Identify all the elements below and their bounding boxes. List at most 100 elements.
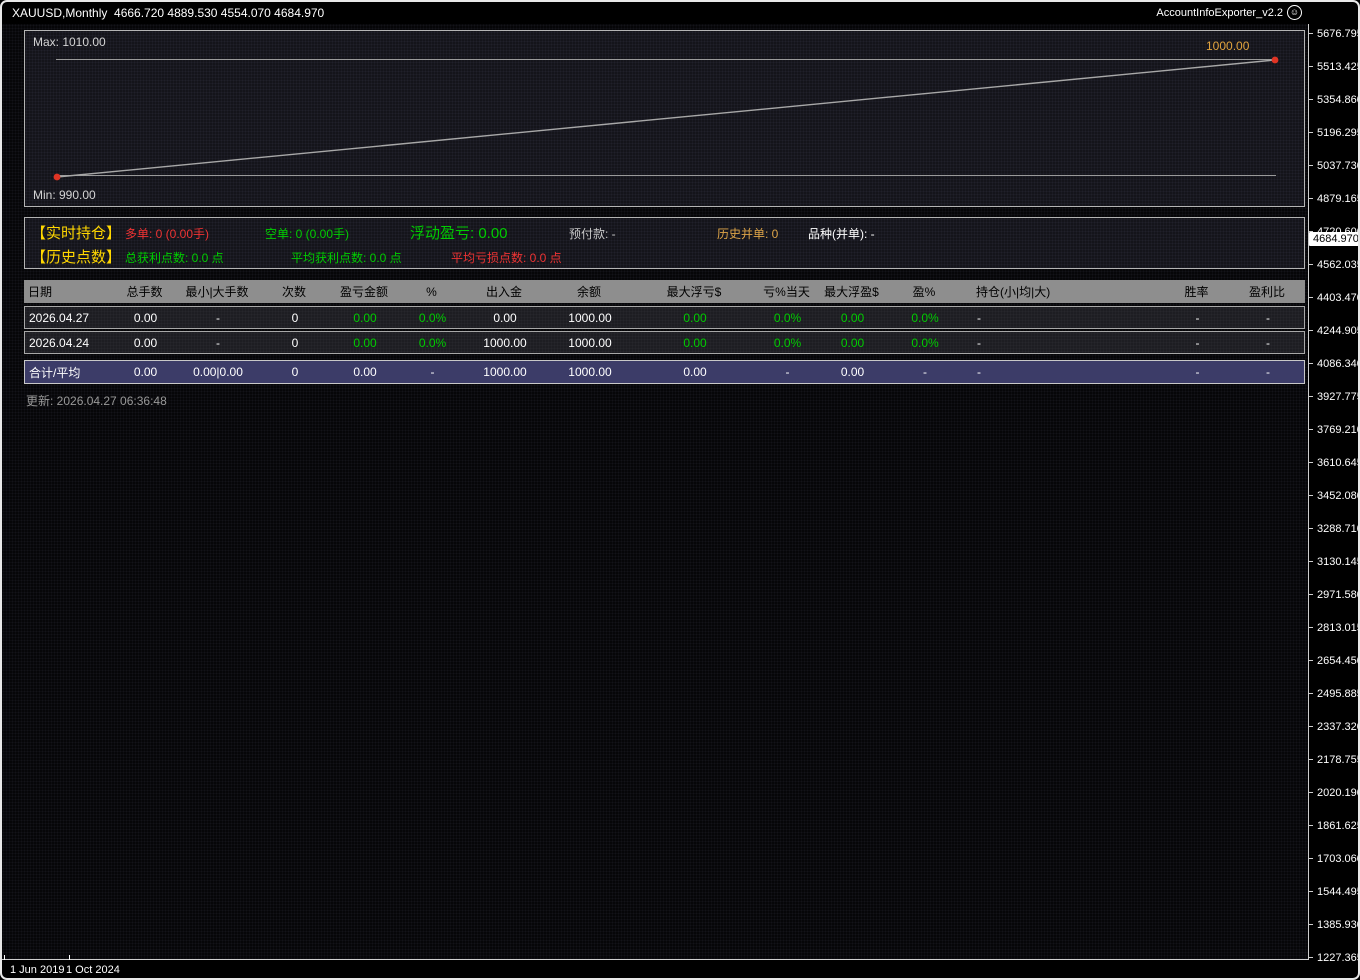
equity-start-dot [54,174,61,181]
table-cell: - [965,336,1165,350]
update-timestamp: 更新: 2026.04.27 06:36:48 [26,392,167,409]
table-row: 2026.04.270.00-00.000.0%0.001000.000.000… [24,306,1305,329]
equity-line [57,60,1275,177]
table-cell: 0.00 [115,311,176,325]
table-cell: 持仓(小|均|大) [964,283,1164,300]
table-cell: 0 [260,311,330,325]
price-axis-label: 1385.930 [1309,918,1360,931]
table-cell: 1000.00 [545,365,635,379]
price-axis-label: 2654.450 [1309,654,1360,667]
table-cell: 次数 [259,283,329,300]
table-cell: - [1230,311,1306,325]
table-cell: 1000.00 [465,336,545,350]
table-cell: 日期 [24,283,114,300]
table-cell: - [1165,365,1230,379]
table-cell: 最大浮盈$ [819,283,884,300]
price-axis-label: 4879.165 [1309,192,1360,205]
axis-tick [1309,396,1313,397]
short-orders-text: 空单: 0 (0.00手) [265,225,349,242]
table-cell: 0 [260,365,330,379]
table-cell: 最小|大手数 [175,283,259,300]
price-axis-label: 2020.190 [1309,786,1360,799]
table-cell: 0.0% [400,311,465,325]
axis-tick [1309,132,1313,133]
avg-loss-points-text: 平均亏损点数: 0.0 点 [451,249,562,266]
axis-tick [1309,165,1313,166]
price-axis-label: 3130.145 [1309,555,1360,568]
table-cell: - [1165,311,1230,325]
price-axis-label: 5676.795 [1309,27,1360,40]
current-price-tag: 4684.970 [1309,232,1360,246]
table-cell: - [176,311,260,325]
table-cell: 0.00 [635,311,755,325]
history-merged-text: 历史并单: 0 [717,225,778,242]
table-cell: - [885,365,965,379]
time-axis-label: 1 Jun 2019 [10,964,64,976]
equity-end-dot [1272,57,1279,64]
price-axis-label: 5513.425 [1309,60,1360,73]
table-cell: 0.00 [635,336,755,350]
price-axis-label: 3288.710 [1309,522,1360,535]
table-cell: 0.00 [820,365,885,379]
smiley-icon: ☺ [1287,5,1302,20]
time-tick [69,955,70,960]
margin-text: 预付款: - [569,225,616,242]
table-cell: 0.00 [330,336,400,350]
table-cell: 盈利比 [1229,283,1305,300]
price-axis-label: 4086.340 [1309,357,1360,370]
price-axis-label: 2971.580 [1309,588,1360,601]
axis-tick [1309,297,1313,298]
axis-tick [1309,66,1313,67]
table-cell: - [400,365,465,379]
table-cell: - [1165,336,1230,350]
table-cell: 0 [260,336,330,350]
axis-tick [1309,825,1313,826]
axis-tick [1309,594,1313,595]
table-cell: - [755,365,820,379]
table-cell: 0.00|0.00 [176,365,260,379]
axis-tick [1309,924,1313,925]
table-cell: - [965,311,1165,325]
price-axis-label: 2337.320 [1309,720,1360,733]
table-cell: 1000.00 [465,365,545,379]
equity-curve-panel: Max: 1010.00 Min: 990.00 1000.00 [24,30,1305,207]
table-cell: 2026.04.24 [25,336,115,350]
table-cell: 合计/平均 [25,364,115,381]
price-axis-label: 3610.645 [1309,456,1360,469]
table-cell: - [1230,336,1306,350]
axis-tick [1309,462,1313,463]
table-cell: 1000.00 [545,336,635,350]
axis-tick [1309,858,1313,859]
table-cell: % [399,285,464,299]
price-axis[interactable]: 5676.7955513.4255354.8605196.2955037.730… [1309,24,1360,960]
price-axis-label: 4403.470 [1309,291,1360,304]
title-bar: XAUUSD,Monthly 4666.720 4889.530 4554.07… [2,2,1358,24]
table-cell: 0.00 [115,365,176,379]
table-summary-row: 合计/平均0.000.00|0.0000.00-1000.001000.000.… [24,360,1305,384]
realtime-position-section-label: 【实时持仓】 [31,222,121,243]
table-cell: 2026.04.27 [25,311,115,325]
axis-tick [1309,660,1313,661]
price-axis-label: 2178.755 [1309,753,1360,766]
table-cell: - [1230,365,1306,379]
axis-tick [1309,726,1313,727]
table-cell: 出入金 [464,283,544,300]
long-orders-text: 多单: 0 (0.00手) [125,225,209,242]
axis-tick [1309,957,1313,958]
price-axis-label: 1544.495 [1309,885,1360,898]
chart-canvas[interactable]: Max: 1010.00 Min: 990.00 1000.00 【实时持仓】 … [2,24,1308,959]
table-cell: 0.0% [755,311,820,325]
floating-pl-text: 浮动盈亏: 0.00 [410,222,508,243]
axis-tick [1309,693,1313,694]
axis-tick [1309,528,1313,529]
price-axis-label: 2813.015 [1309,621,1360,634]
equity-last-value-label: 1000.00 [1206,39,1249,53]
table-cell: 0.00 [635,365,755,379]
price-axis-label: 3927.775 [1309,390,1360,403]
table-cell: 0.00 [115,336,176,350]
axis-tick [1309,198,1313,199]
table-cell: - [965,365,1165,379]
price-axis-label: 4244.905 [1309,324,1360,337]
symbol-ohlc-title: XAUUSD,Monthly 4666.720 4889.530 4554.07… [12,6,324,20]
time-axis[interactable]: 1 Jun 2019 1 Oct 2024 [2,960,1309,980]
